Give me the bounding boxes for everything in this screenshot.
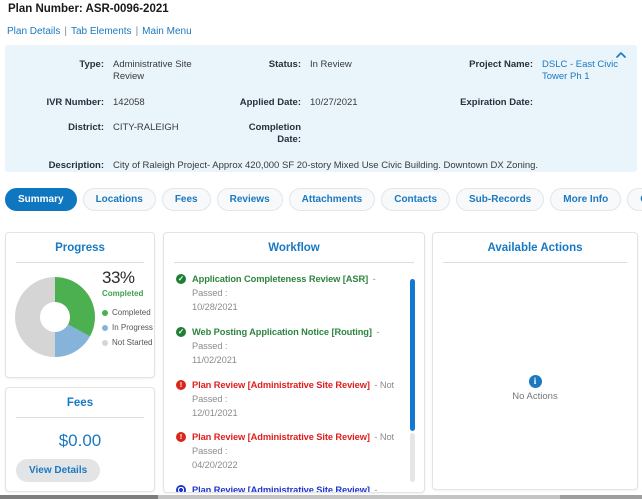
- ivr-number-value: 142058: [113, 97, 228, 109]
- progress-card: Progress 33% Completed Completed In Prog…: [5, 232, 155, 378]
- workflow-scrollbar: [410, 279, 415, 482]
- tab-summary[interactable]: Summary: [5, 188, 77, 211]
- description-value: City of Raleigh Project- Approx 420,000 …: [113, 160, 637, 172]
- check-circle-icon: ✓: [176, 327, 186, 337]
- type-label: Type:: [5, 59, 113, 84]
- divider: [443, 262, 627, 263]
- legend-label: Not Started: [112, 338, 152, 347]
- progress-card-title: Progress: [6, 233, 154, 254]
- legend-item: In Progress: [102, 323, 153, 332]
- legend-dot: [102, 325, 108, 331]
- workflow-step-date: 04/20/2022: [192, 459, 396, 473]
- tab-conditions[interactable]: Conditions: [627, 188, 642, 211]
- chevron-up-icon[interactable]: [616, 52, 626, 58]
- expiration-date-label: Expiration Date:: [458, 97, 542, 109]
- no-actions-empty-state: i No Actions: [433, 371, 637, 402]
- info-icon: i: [529, 375, 542, 388]
- workflow-scrollbar-track: [410, 433, 415, 482]
- progress-percent: 33%: [102, 268, 153, 288]
- workflow-step-date: 11/02/2021: [192, 354, 396, 368]
- workflow-item: ! Plan Review [Administrative Site Revie…: [176, 431, 396, 473]
- workflow-step-name: Application Completeness Review [ASR]: [192, 274, 368, 284]
- workflow-item: ✓ Web Posting Application Notice [Routin…: [176, 326, 396, 368]
- type-value: Administrative Site Review: [113, 59, 228, 84]
- page-title: Plan Number: ASR-0096-2021: [8, 3, 169, 15]
- legend-label: Completed: [112, 308, 151, 317]
- status-value: In Review: [310, 59, 458, 84]
- radio-dot-icon: [176, 485, 186, 493]
- exclamation-circle-icon: !: [176, 432, 186, 442]
- workflow-item: ✓ Application Completeness Review [ASR] …: [176, 273, 396, 315]
- workflow-step-date: 10/28/2021: [192, 301, 396, 315]
- ivr-number-label: IVR Number:: [5, 97, 113, 109]
- workflow-step-name: Plan Review [Administrative Site Review]: [192, 380, 370, 390]
- workflow-step-name: Plan Review [Administrative Site Review]: [192, 485, 370, 493]
- tab-fees[interactable]: Fees: [162, 188, 211, 211]
- workflow-card-title: Workflow: [164, 233, 424, 254]
- divider: [16, 417, 144, 418]
- available-actions-card: Available Actions i No Actions: [432, 232, 638, 490]
- fees-card: Fees $0.00 View Details: [5, 387, 155, 492]
- project-name-link[interactable]: DSLC - East Civic Tower Ph 1: [542, 59, 637, 84]
- applied-date-label: Applied Date:: [228, 97, 310, 109]
- available-actions-title: Available Actions: [433, 233, 637, 254]
- legend-dot: [102, 340, 108, 346]
- tab-bar: Summary Locations Fees Reviews Attachmen…: [5, 188, 642, 211]
- applied-date-value: 10/27/2021: [310, 97, 458, 109]
- completion-date-value: [310, 122, 458, 147]
- breadcrumb: Plan Details|Tab Elements|Main Menu: [7, 26, 192, 37]
- nav-link-main-menu[interactable]: Main Menu: [142, 26, 191, 37]
- nav-separator: |: [136, 26, 139, 37]
- workflow-item: Plan Review [Administrative Site Review]…: [176, 484, 396, 493]
- progress-donut-chart: [15, 277, 95, 357]
- nav-separator: |: [64, 26, 67, 37]
- bottom-strip-segment: [0, 495, 158, 499]
- tab-contacts[interactable]: Contacts: [381, 188, 450, 211]
- tab-sub-records[interactable]: Sub-Records: [456, 188, 544, 211]
- no-actions-text: No Actions: [433, 391, 637, 402]
- project-name-label: Project Name:: [458, 59, 542, 84]
- plan-details-panel: Type: Administrative Site Review Status:…: [5, 45, 637, 172]
- nav-link-tab-elements[interactable]: Tab Elements: [71, 26, 132, 37]
- donut-hole: [40, 302, 70, 332]
- bottom-edge-strip: [0, 495, 642, 499]
- workflow-card: Workflow ✓ Application Completeness Revi…: [163, 232, 425, 493]
- workflow-item: ! Plan Review [Administrative Site Revie…: [176, 379, 396, 421]
- status-label: Status:: [228, 59, 310, 84]
- divider: [16, 262, 144, 263]
- legend-label: In Progress: [112, 323, 153, 332]
- tab-reviews[interactable]: Reviews: [217, 188, 283, 211]
- view-details-button[interactable]: View Details: [16, 459, 100, 482]
- nav-link-plan-details[interactable]: Plan Details: [7, 26, 60, 37]
- exclamation-circle-icon: !: [176, 380, 186, 390]
- workflow-list: ✓ Application Completeness Review [ASR] …: [176, 273, 396, 493]
- legend-item: Not Started: [102, 338, 153, 347]
- workflow-step-name: Plan Review [Administrative Site Review]: [192, 432, 370, 442]
- tab-attachments[interactable]: Attachments: [289, 188, 376, 211]
- tab-more-info[interactable]: More Info: [550, 188, 621, 211]
- progress-legend: Completed In Progress Not Started: [102, 308, 153, 347]
- workflow-step-name: Web Posting Application Notice [Routing]: [192, 327, 372, 337]
- divider: [174, 262, 414, 263]
- district-label: District:: [5, 122, 113, 147]
- legend-item: Completed: [102, 308, 153, 317]
- completion-date-label: Completion Date:: [228, 122, 310, 147]
- progress-percent-caption: Completed: [102, 289, 153, 298]
- workflow-step-date: 12/01/2021: [192, 407, 396, 421]
- check-circle-icon: ✓: [176, 274, 186, 284]
- district-value: CITY-RALEIGH: [113, 122, 228, 147]
- expiration-date-value: [542, 97, 637, 109]
- bottom-strip-segment: [560, 495, 642, 499]
- fees-amount: $0.00: [6, 431, 154, 451]
- legend-dot: [102, 310, 108, 316]
- workflow-scrollbar-thumb[interactable]: [410, 279, 415, 431]
- fees-card-title: Fees: [6, 388, 154, 409]
- tab-locations[interactable]: Locations: [83, 188, 156, 211]
- description-label: Description:: [5, 160, 113, 172]
